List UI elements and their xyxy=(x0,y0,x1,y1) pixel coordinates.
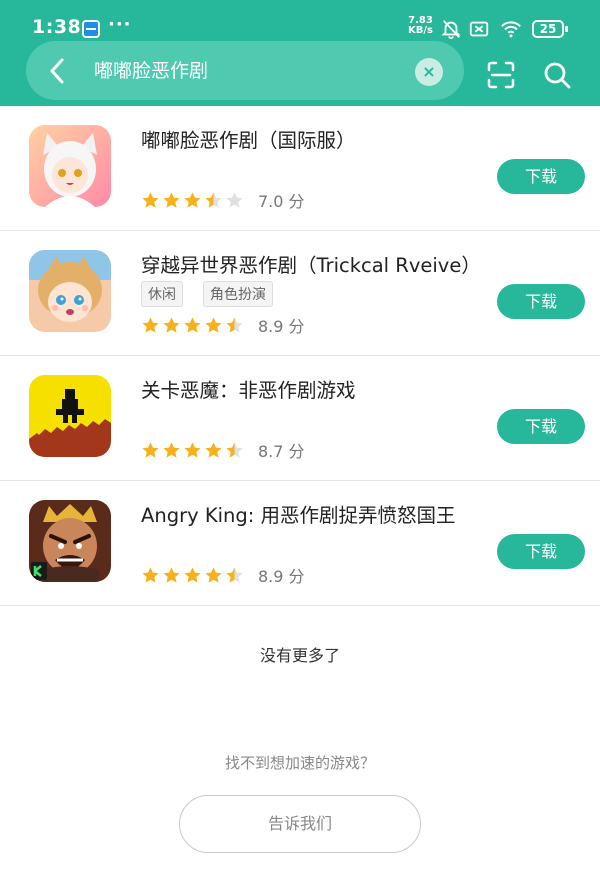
download-button[interactable]: 下载 xyxy=(497,409,585,444)
tag-list: 休闲 角色扮演 xyxy=(141,281,293,307)
star-rating xyxy=(141,316,246,335)
notification-app-icon xyxy=(82,20,100,38)
bell-muted-icon xyxy=(441,20,461,40)
clear-search-button[interactable]: × xyxy=(415,58,443,86)
star-rating xyxy=(141,441,246,460)
star-full-icon xyxy=(163,316,180,333)
star-full-icon xyxy=(142,566,159,583)
star-full-icon xyxy=(184,441,201,458)
result-item[interactable]: 穿越异世界恶作剧（Trickcal Rveive） 休闲 角色扮演 8.9 分 … xyxy=(0,231,600,356)
angry-king-icon[interactable] xyxy=(29,500,111,582)
tell-us-button[interactable]: 告诉我们 xyxy=(179,795,421,853)
star-half-icon xyxy=(226,316,243,333)
network-speed: 7.83 KB/s xyxy=(408,16,433,36)
tag[interactable]: 休闲 xyxy=(141,281,183,307)
star-full-icon xyxy=(205,566,222,583)
star-full-icon xyxy=(142,441,159,458)
star-half-icon xyxy=(226,441,243,458)
search-results-list: 嘟嘟脸恶作剧（国际服） 7.0 分 下载 穿越异世界恶作剧（Trickcal R… xyxy=(0,106,600,606)
score: 8.9 分 xyxy=(258,317,305,336)
score: 7.0 分 xyxy=(258,192,305,211)
result-item[interactable]: Angry King: 用恶作剧捉弄愤怒国王 8.9 分 下载 xyxy=(0,481,600,606)
app-title[interactable]: 嘟嘟脸恶作剧（国际服） xyxy=(141,124,356,153)
app-title[interactable]: 穿越异世界恶作剧（Trickcal Rveive） xyxy=(141,249,481,278)
top-bar: 1:38 ··· 7.83 KB/s 25 嘟嘟脸恶作剧 × xyxy=(0,0,600,106)
star-rating xyxy=(141,566,246,585)
star-full-icon xyxy=(163,566,180,583)
network-speed-unit: KB/s xyxy=(408,25,433,36)
app-title[interactable]: Angry King: 用恶作剧捉弄愤怒国王 xyxy=(141,499,456,528)
score: 8.7 分 xyxy=(258,442,305,461)
result-item[interactable]: 关卡恶魔：非恶作剧游戏 8.7 分 下载 xyxy=(0,356,600,481)
rating: 8.9 分 xyxy=(141,563,305,587)
download-button[interactable]: 下载 xyxy=(497,284,585,319)
star-full-icon xyxy=(205,441,222,458)
search-bar[interactable] xyxy=(26,41,464,100)
search-icon[interactable] xyxy=(542,60,572,90)
star-full-icon xyxy=(142,316,159,333)
status-time: 1:38 xyxy=(32,16,82,38)
battery-icon: 25 xyxy=(532,20,568,38)
wifi-icon xyxy=(501,21,521,38)
star-full-icon xyxy=(184,316,201,333)
star-full-icon xyxy=(184,191,201,208)
download-button[interactable]: 下载 xyxy=(497,534,585,569)
rating: 7.0 分 xyxy=(141,188,305,212)
download-button[interactable]: 下载 xyxy=(497,159,585,194)
rating: 8.9 分 xyxy=(141,313,305,337)
cartoon-girl-icon[interactable] xyxy=(29,125,111,207)
star-half-icon xyxy=(226,566,243,583)
star-full-icon xyxy=(163,441,180,458)
no-sim-icon xyxy=(469,21,489,37)
star-empty-icon xyxy=(226,191,243,208)
search-input[interactable]: 嘟嘟脸恶作剧 xyxy=(94,59,208,83)
star-full-icon xyxy=(205,316,222,333)
cant-find-text: 找不到想加速的游戏？ xyxy=(224,754,375,772)
more-notifications-icon: ··· xyxy=(108,14,132,35)
star-rating xyxy=(141,191,246,210)
star-full-icon xyxy=(163,191,180,208)
chibi-character-icon[interactable] xyxy=(29,250,111,332)
scan-icon[interactable] xyxy=(486,60,516,90)
star-half-icon xyxy=(205,191,222,208)
score: 8.9 分 xyxy=(258,567,305,586)
app-title[interactable]: 关卡恶魔：非恶作剧游戏 xyxy=(141,374,356,403)
end-of-list-text: 没有更多了 xyxy=(259,646,340,665)
pixel-figure-icon[interactable] xyxy=(29,375,111,457)
rating: 8.7 分 xyxy=(141,438,305,462)
tag[interactable]: 角色扮演 xyxy=(203,281,273,307)
star-full-icon xyxy=(142,191,159,208)
star-full-icon xyxy=(184,566,201,583)
result-item[interactable]: 嘟嘟脸恶作剧（国际服） 7.0 分 下载 xyxy=(0,106,600,231)
back-icon[interactable] xyxy=(44,56,70,86)
